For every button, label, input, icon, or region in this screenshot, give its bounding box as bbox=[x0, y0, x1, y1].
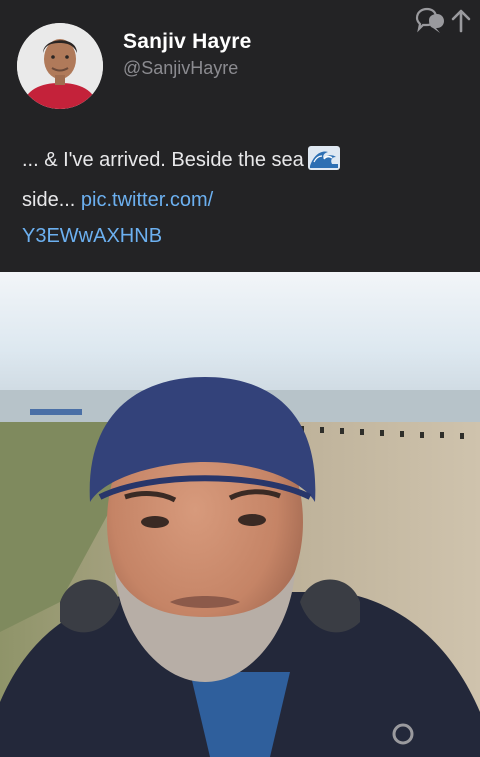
up-arrow-icon[interactable] bbox=[450, 8, 472, 39]
tweet-card: Sanjiv Hayre @SanjivHayre ... & I've arr… bbox=[0, 0, 480, 757]
tweet-text: ... & I've arrived. Beside the sea side.… bbox=[22, 142, 462, 254]
tweet-link-line1[interactable]: pic.twitter.com/ bbox=[81, 189, 213, 211]
tweet-header: Sanjiv Hayre @SanjivHayre ... & I've arr… bbox=[0, 0, 480, 272]
author-handle[interactable]: @SanjivHayre bbox=[123, 58, 238, 79]
tweet-actions bbox=[414, 6, 472, 41]
tweet-link-line2[interactable]: Y3EWwAXHNB bbox=[22, 225, 162, 247]
tweet-text-part1: ... & I've arrived. Beside the sea bbox=[22, 149, 304, 171]
author-display-name[interactable]: Sanjiv Hayre bbox=[123, 30, 251, 54]
speech-bubbles-icon[interactable] bbox=[414, 6, 446, 41]
selfie-beach-image bbox=[0, 272, 480, 757]
avatar-image bbox=[17, 23, 103, 109]
tweet-text-part2: side... bbox=[22, 189, 76, 211]
water-wave-emoji bbox=[307, 146, 340, 182]
tweet-photo[interactable] bbox=[0, 272, 480, 757]
avatar[interactable] bbox=[17, 23, 103, 109]
